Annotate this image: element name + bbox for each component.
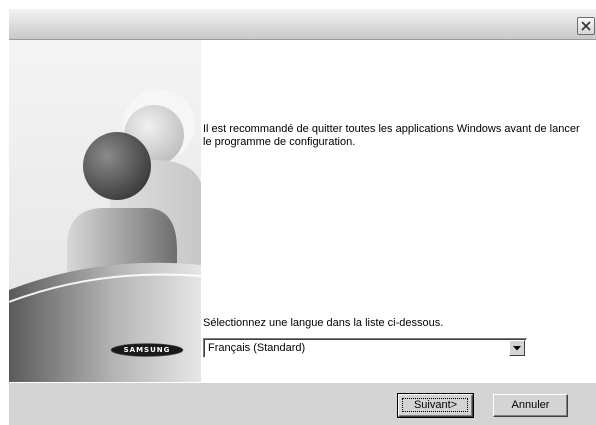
side-banner: SAMSUNG (9, 40, 201, 382)
dropdown-button[interactable] (509, 340, 525, 356)
language-select[interactable]: Français (Standard) (203, 338, 527, 358)
language-selected-value: Français (Standard) (208, 342, 306, 354)
setup-window: SAMSUNG Il est recommandé de quitter tou… (8, 8, 596, 425)
next-button-label: Suivant> (413, 399, 458, 411)
next-button[interactable]: Suivant> (397, 393, 474, 418)
content-area: SAMSUNG Il est recommandé de quitter tou… (9, 40, 596, 382)
language-prompt: Sélectionnez une langue dans la liste ci… (203, 317, 444, 329)
close-icon (581, 21, 591, 31)
footer-bar: Suivant> Annuler (9, 382, 596, 425)
logo-text: SAMSUNG (123, 346, 171, 354)
cancel-button-label: Annuler (511, 399, 550, 411)
cancel-button[interactable]: Annuler (493, 394, 568, 417)
samsung-logo: SAMSUNG (110, 343, 184, 357)
close-button[interactable] (577, 17, 595, 35)
people-illustration (9, 40, 201, 382)
chevron-down-icon (513, 346, 521, 351)
recommendation-message: Il est recommandé de quitter toutes les … (203, 123, 580, 148)
title-bar (9, 9, 596, 40)
